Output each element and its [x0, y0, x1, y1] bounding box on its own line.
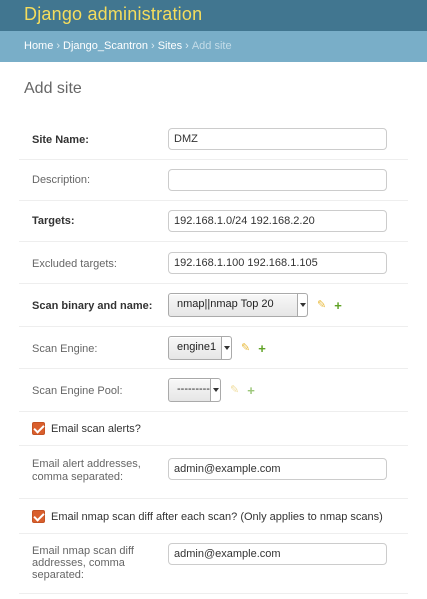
- form-row-scan-engine: Scan Engine: engine1 ✎ +: [19, 327, 408, 369]
- scan-engine-pool-label: Scan Engine Pool:: [32, 385, 123, 397]
- site-header: Django administration: [0, 0, 427, 31]
- plus-icon[interactable]: +: [258, 341, 266, 356]
- email-alert-addresses-input[interactable]: [168, 458, 387, 480]
- scan-binary-selected: nmap||nmap Top 20: [177, 298, 274, 310]
- breadcrumb-current: Add site: [191, 40, 232, 52]
- email-alert-addresses-label-line2: comma separated:: [32, 471, 124, 483]
- email-nmap-diff-addresses-label-line2: addresses, comma: [32, 557, 125, 569]
- form-row-email-nmap-diff-addresses: Email nmap scan diff addresses, comma se…: [19, 534, 408, 594]
- chevron-down-icon: [210, 379, 220, 401]
- pencil-icon[interactable]: ✎: [241, 342, 250, 354]
- pencil-icon[interactable]: ✎: [317, 299, 326, 311]
- chevron-down-icon: [297, 294, 307, 316]
- scan-engine-label: Scan Engine:: [32, 343, 98, 355]
- site-name-input[interactable]: [168, 128, 387, 150]
- excluded-targets-input[interactable]: [168, 252, 387, 274]
- targets-label: Targets:: [32, 215, 75, 227]
- email-nmap-diff-addresses-label: Email nmap scan diff addresses, comma se…: [32, 545, 134, 581]
- email-nmap-diff-addresses-label-line3: separated:: [32, 569, 84, 581]
- description-input[interactable]: [168, 169, 387, 191]
- form-row-excluded-targets: Excluded targets:: [19, 242, 408, 284]
- targets-input[interactable]: [168, 210, 387, 232]
- breadcrumb-home[interactable]: Home: [24, 40, 53, 52]
- description-label: Description:: [32, 174, 91, 186]
- email-alert-addresses-label-line1: Email alert addresses,: [32, 458, 141, 470]
- scan-engine-pool-select[interactable]: ---------: [168, 378, 221, 402]
- excluded-targets-label: Excluded targets:: [32, 258, 117, 270]
- scan-engine-field: engine1 ✎ +: [168, 336, 266, 360]
- site-name-label: Site Name:: [32, 134, 89, 146]
- page-title: Add site: [24, 80, 82, 97]
- email-alert-addresses-label: Email alert addresses, comma separated:: [32, 458, 141, 484]
- form-row-targets: Targets:: [19, 201, 408, 242]
- breadcrumb-model[interactable]: Sites: [158, 40, 182, 52]
- scan-binary-select[interactable]: nmap||nmap Top 20: [168, 293, 308, 317]
- plus-icon[interactable]: +: [334, 298, 342, 313]
- form-row-site-name: Site Name:: [19, 118, 408, 160]
- site-form: Site Name: Description: Targets: Exclude…: [19, 118, 408, 594]
- email-nmap-diff-addresses-input[interactable]: [168, 543, 387, 565]
- breadcrumb: Home › Django_Scantron › Sites › Add site: [0, 31, 427, 62]
- scan-engine-pool-selected: ---------: [177, 383, 210, 395]
- form-row-email-nmap-diff: Email nmap scan diff after each scan? (O…: [19, 499, 408, 534]
- scan-binary-field: nmap||nmap Top 20 ✎ +: [168, 293, 342, 317]
- scan-engine-select[interactable]: engine1: [168, 336, 232, 360]
- scan-engine-selected: engine1: [177, 341, 217, 353]
- pencil-icon: ✎: [230, 383, 240, 396]
- email-scan-alerts-label: Email scan alerts?: [51, 423, 141, 435]
- breadcrumb-separator: ›: [185, 40, 189, 52]
- form-row-scan-binary: Scan binary and name: nmap||nmap Top 20 …: [19, 284, 408, 327]
- breadcrumb-app[interactable]: Django_Scantron: [63, 40, 148, 52]
- email-scan-alerts-checkbox[interactable]: [32, 422, 45, 435]
- scan-binary-label: Scan binary and name:: [32, 300, 153, 312]
- form-row-email-scan-alerts: Email scan alerts?: [19, 412, 408, 446]
- plus-icon[interactable]: +: [247, 383, 255, 398]
- scan-engine-pool-field: --------- ✎ +: [168, 378, 255, 402]
- email-nmap-diff-label: Email nmap scan diff after each scan? (O…: [51, 511, 383, 523]
- form-row-description: Description:: [19, 160, 408, 201]
- breadcrumb-separator: ›: [56, 40, 61, 52]
- email-nmap-diff-checkbox[interactable]: [32, 510, 45, 523]
- form-row-scan-engine-pool: Scan Engine Pool: --------- ✎ +: [19, 369, 408, 412]
- breadcrumb-separator: ›: [151, 40, 155, 52]
- site-brand[interactable]: Django administration: [24, 4, 202, 24]
- email-nmap-diff-addresses-label-line1: Email nmap scan diff: [32, 545, 134, 557]
- chevron-down-icon: [221, 337, 231, 359]
- form-row-email-alert-addresses: Email alert addresses, comma separated:: [19, 446, 408, 499]
